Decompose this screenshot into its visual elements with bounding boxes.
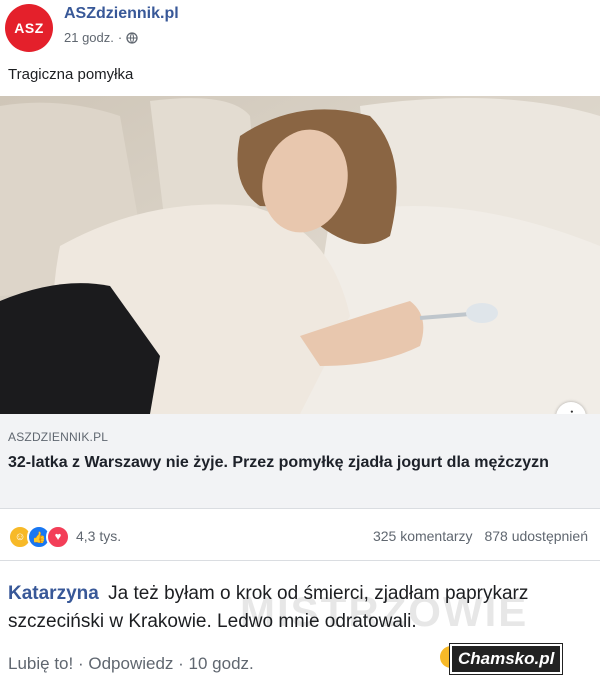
comment-time[interactable]: 10 godz.	[189, 654, 254, 673]
love-icon: ♥	[46, 525, 70, 549]
avatar-logo-text: ASZ	[14, 20, 44, 36]
post-meta: 21 godz. ·	[64, 30, 138, 45]
like-comment-button[interactable]: Lubię to!	[8, 654, 73, 673]
link-domain: ASZDZIENNIK.PL	[8, 430, 109, 444]
page-avatar[interactable]: ASZ	[5, 4, 53, 52]
action-separator: ·	[178, 654, 189, 673]
action-separator: ·	[77, 654, 89, 673]
post-stats: 325 komentarzy 878 udostępnień	[365, 528, 588, 544]
comment-actions: Lubię to! · Odpowiedz · 10 godz.	[8, 654, 254, 674]
post-time[interactable]: 21 godz.	[64, 30, 114, 45]
comment: Katarzyna Ja też byłam o krok od śmierci…	[8, 580, 598, 636]
chamsko-watermark: Chamsko.pl	[450, 644, 563, 674]
post-caption: Tragiczna pomyłka	[8, 66, 134, 83]
shares-count[interactable]: 878 udostępnień	[484, 528, 588, 544]
reply-button[interactable]: Odpowiedz	[88, 654, 173, 673]
post-header: ASZ ASZdziennik.pl 21 godz. ·	[0, 0, 600, 58]
link-preview[interactable]: ASZDZIENNIK.PL 32-latka z Warszawy nie ż…	[0, 414, 600, 509]
article-image[interactable]	[0, 96, 600, 414]
reaction-icons[interactable]: ☺ 👍 ♥	[8, 525, 70, 549]
link-headline[interactable]: 32-latka z Warszawy nie żyje. Przez pomy…	[8, 452, 588, 474]
comment-author[interactable]: Katarzyna	[8, 583, 99, 604]
reaction-count[interactable]: 4,3 tys.	[76, 528, 121, 544]
reactions-bar: ☺ 👍 ♥ 4,3 tys. 325 komentarzy 878 udostę…	[0, 508, 600, 561]
comments-count[interactable]: 325 komentarzy	[373, 528, 473, 544]
page-name-link[interactable]: ASZdziennik.pl	[64, 5, 179, 23]
globe-icon	[126, 31, 138, 44]
meta-separator: ·	[117, 30, 123, 45]
sleeping-woman-image	[0, 96, 600, 414]
